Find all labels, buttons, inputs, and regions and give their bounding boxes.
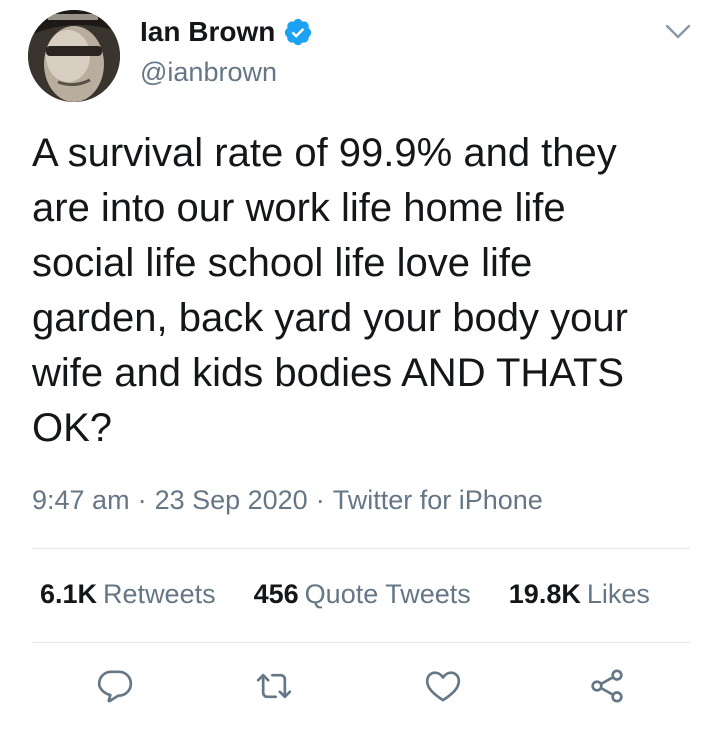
quote-tweets-stat[interactable]: 456 Quote Tweets xyxy=(254,576,471,612)
avatar-image xyxy=(28,10,120,102)
retweet-button[interactable] xyxy=(252,664,296,708)
quote-tweets-count: 456 xyxy=(253,579,299,609)
tweet-stats: 6.1K Retweets 456 Quote Tweets 19.8K Likes xyxy=(40,576,650,612)
meta-separator: · xyxy=(137,485,147,515)
divider xyxy=(32,548,690,549)
reply-button[interactable] xyxy=(93,664,137,708)
action-bar xyxy=(0,664,720,714)
retweets-stat[interactable]: 6.1K Retweets xyxy=(40,576,216,612)
retweets-label: Retweets xyxy=(103,579,216,609)
display-name-row[interactable]: Ian Brown xyxy=(140,14,313,50)
tweet-meta: 9:47 am · 23 Sep 2020 · Twitter for iPhone xyxy=(32,483,543,517)
retweet-icon xyxy=(256,673,292,699)
handle[interactable]: @ianbrown xyxy=(140,54,313,90)
divider xyxy=(32,642,690,643)
tweet-card: Ian Brown @ianbrown A survival rate of 9… xyxy=(0,0,720,742)
likes-label: Likes xyxy=(586,579,650,609)
reply-icon xyxy=(97,670,133,703)
verified-badge-icon xyxy=(283,17,313,47)
likes-count: 19.8K xyxy=(508,579,581,609)
share-icon xyxy=(591,669,623,703)
heart-icon xyxy=(425,671,461,702)
quote-tweets-label: Quote Tweets xyxy=(304,579,471,609)
tweet-time[interactable]: 9:47 am xyxy=(32,485,130,515)
tweet-source[interactable]: Twitter for iPhone xyxy=(333,485,543,515)
likes-stat[interactable]: 19.8K Likes xyxy=(509,576,650,612)
avatar[interactable] xyxy=(28,10,120,102)
tweet-text: A survival rate of 99.9% and they are in… xyxy=(32,131,628,450)
like-button[interactable] xyxy=(421,664,465,708)
share-button[interactable] xyxy=(585,664,629,708)
chevron-down-icon[interactable] xyxy=(664,22,692,42)
retweets-count: 6.1K xyxy=(40,579,98,609)
author-info: Ian Brown @ianbrown xyxy=(140,14,313,90)
meta-separator: · xyxy=(315,485,325,515)
tweet-date[interactable]: 23 Sep 2020 xyxy=(155,485,308,515)
display-name[interactable]: Ian Brown xyxy=(140,14,275,50)
